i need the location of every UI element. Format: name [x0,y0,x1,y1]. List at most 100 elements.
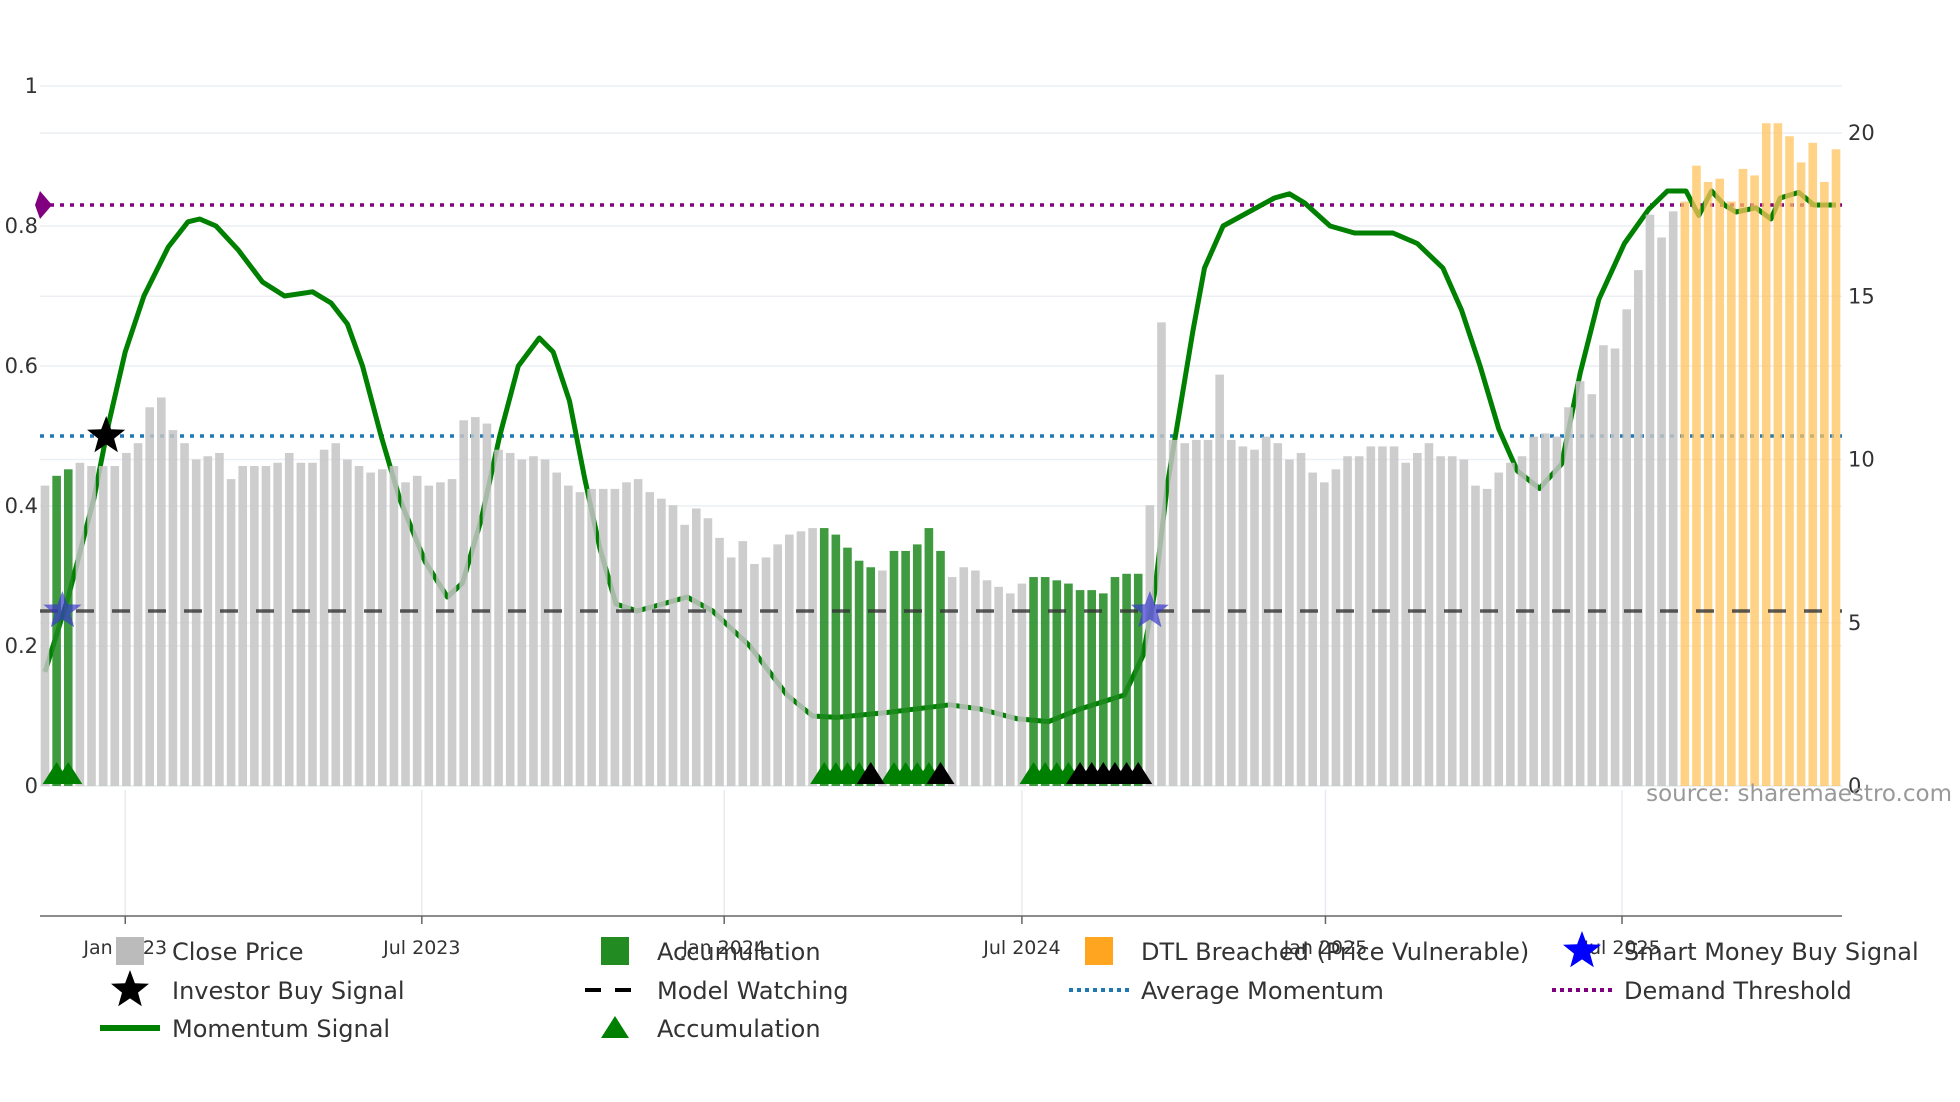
close-price-bar [575,492,585,786]
legend-star-icon [111,970,149,1007]
close-price-bar [168,430,178,786]
close-price-bar [1296,452,1306,786]
close-price-bar [308,462,317,786]
close-price-bar [75,462,85,786]
close-price-bar [273,462,282,786]
accumulation-bar [1075,590,1085,786]
close-price-bar [622,482,631,786]
close-price-bar [796,531,806,786]
close-price-bar [878,570,887,786]
close-price-bar [947,577,957,786]
close-price-bar [87,466,96,786]
close-price-bar [959,567,969,786]
close-price-bar [157,397,166,786]
close-price-bar [377,469,387,786]
close-price-bar [110,466,120,786]
right-axis-tick-label: 10 [1848,448,1875,472]
close-price-bar [122,452,131,786]
close-price-bar [529,456,538,786]
close-price-bar [1471,485,1480,786]
close-price-bar [1215,374,1224,786]
close-price-bar [1273,443,1283,786]
close-price-bar [1657,237,1666,787]
close-price-bar [598,488,608,786]
legend-item: Momentum Signal [100,1015,390,1043]
close-price-bar [1575,381,1585,786]
close-price-bar [1226,439,1236,786]
legend-label: Accumulation [657,938,821,966]
close-price-bar [657,498,666,786]
legend-label: DTL Breached (Price Vulnerable) [1141,938,1529,966]
dtl-breached-bar [1785,136,1794,786]
close-price-bar [505,452,515,786]
accumulation-bar [854,560,864,786]
momentum-chart: 00.20.40.60.8105101520Jan 2023Jul 2023Ja… [5,74,1952,1043]
legend-swatch-icon [116,937,144,965]
close-price-bar [1634,270,1643,786]
legend-item: Accumulation [601,937,821,966]
left-axis-tick-label: 0.6 [5,354,38,378]
accumulation-bar [1040,577,1050,786]
close-price-bar [1203,439,1213,786]
close-price-bar [1413,452,1422,786]
legend-label: Momentum Signal [172,1015,390,1043]
close-price-bar [587,488,596,786]
close-price-bar [1599,345,1608,786]
accumulation-bar [63,469,73,786]
close-price-bar [517,459,527,786]
close-price-bar [145,407,154,786]
close-price-bar [1308,472,1317,786]
close-price-bar [1180,443,1190,786]
accumulation-bar [866,567,876,786]
close-price-bar [250,466,259,786]
close-price-bar [1017,583,1027,786]
left-axis-tick-label: 0.2 [5,634,38,658]
close-price-bar [1564,407,1573,786]
close-price-bar [1331,469,1341,786]
close-price-bar [40,485,50,786]
dtl-breached-bar [1680,201,1690,786]
close-price-bar [761,557,771,786]
right-axis-tick-label: 20 [1848,121,1875,145]
legend-swatch-icon [601,937,629,965]
legend-item: Demand Threshold [1552,977,1852,1005]
close-price-bar [971,570,980,786]
close-price-bar [1610,348,1620,786]
dtl-breached-bar [1703,181,1713,787]
close-price-bar [691,508,701,786]
close-price-bar [296,462,306,786]
close-price-bar [633,479,643,786]
reference-lines [40,203,1842,438]
legend-swatch-icon [1085,937,1113,965]
close-price-bar [366,472,375,786]
close-price-bar [1285,459,1294,786]
left-axis-tick-label: 0 [25,774,38,798]
close-price-bar [238,466,248,786]
x-axis-tick-label: Jul 2023 [382,937,460,959]
close-price-bar [785,534,794,786]
close-price-bar [1320,482,1329,786]
close-price-bar [180,443,189,786]
accumulation-bar [1122,573,1131,786]
accumulation-bar [912,544,922,786]
close-price-bar [261,466,271,786]
left-axis-tick-label: 0.8 [5,214,38,238]
close-price-bar [133,443,143,786]
dtl-breached-bar [1715,178,1725,786]
close-price-bar [1378,446,1387,786]
close-price-bar [564,485,573,786]
close-price-bar [1447,456,1457,786]
close-price-bar [645,492,655,786]
right-axis-tick-label: 15 [1848,284,1875,308]
legend-label: Model Watching [657,977,849,1005]
dtl-breached-bar [1773,123,1783,786]
close-price-bar [354,466,364,786]
close-price-bar [1157,322,1166,786]
close-price-bar [331,443,341,786]
legend-label: Demand Threshold [1624,977,1852,1005]
price-bars [40,123,1841,787]
close-price-bar [1424,443,1434,786]
accumulation-bar [889,550,899,786]
close-price-bar [540,459,550,786]
legend-item: DTL Breached (Price Vulnerable) [1085,937,1529,966]
